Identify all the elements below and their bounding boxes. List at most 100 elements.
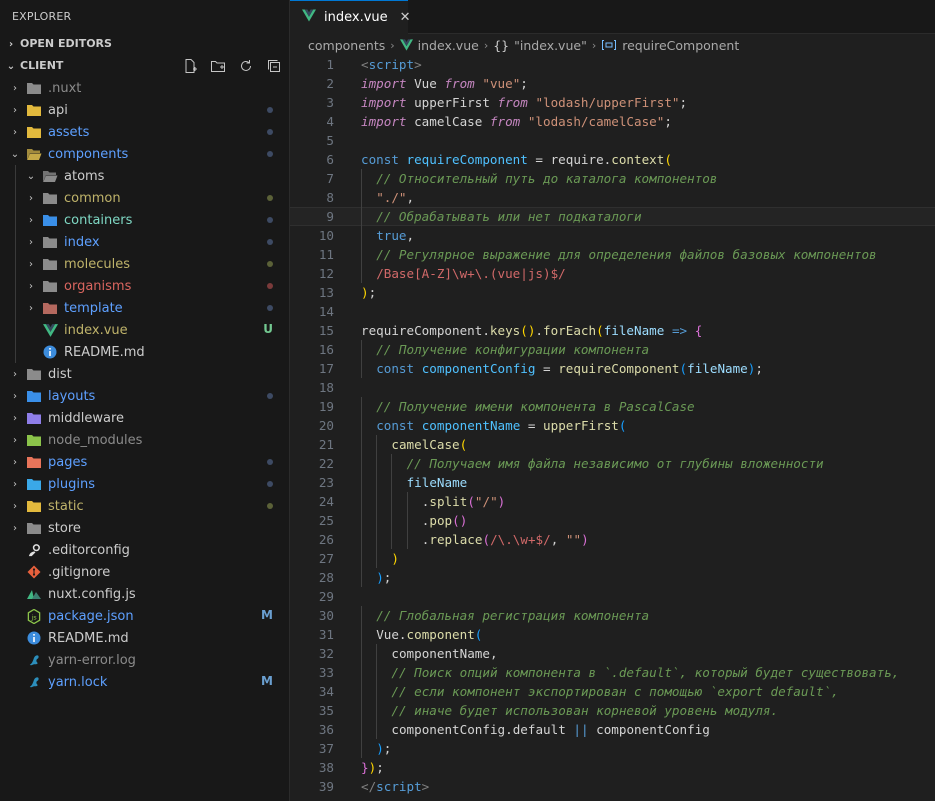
code-token: from bbox=[489, 114, 521, 129]
tree-item[interactable]: nuxt.config.js bbox=[0, 583, 289, 605]
code-token: // Получение конфигурации компонента bbox=[376, 342, 650, 357]
code-line[interactable]: 26 .replace(/\.\w+$/, "") bbox=[290, 530, 935, 549]
new-folder-icon[interactable] bbox=[209, 57, 227, 75]
code-line[interactable]: 16 // Получение конфигурации компонента bbox=[290, 340, 935, 359]
tree-item[interactable]: README.md bbox=[0, 627, 289, 649]
code-token: ; bbox=[520, 76, 528, 91]
code-line[interactable]: 5 bbox=[290, 131, 935, 150]
code-line[interactable]: 7 // Относительный путь до каталога компо… bbox=[290, 169, 935, 188]
code-editor[interactable]: 1 <script> 2 import Vue from "vue"; 3 import … bbox=[290, 55, 935, 796]
code-line[interactable]: 1 <script> bbox=[290, 55, 935, 74]
code-line[interactable]: 18 bbox=[290, 378, 935, 397]
tab-index-vue[interactable]: index.vue ✕ bbox=[290, 0, 411, 34]
code-line[interactable]: 20 const componentName = upperFirst( bbox=[290, 416, 935, 435]
line-number: 30 bbox=[318, 608, 334, 623]
tree-item[interactable]: .gitignore bbox=[0, 561, 289, 583]
code-line[interactable]: 6 const requireComponent = require.contex… bbox=[290, 150, 935, 169]
tree-item[interactable]: .editorconfig bbox=[0, 539, 289, 561]
tree-item[interactable]: › api bbox=[0, 99, 289, 121]
git-status-dot bbox=[267, 459, 273, 465]
indent-guide bbox=[361, 340, 362, 359]
tree-item[interactable]: › common bbox=[0, 187, 289, 209]
breadcrumb-folder[interactable]: components bbox=[308, 38, 385, 53]
code-token: ; bbox=[679, 95, 688, 110]
tree-item[interactable]: yarn.lock M bbox=[0, 671, 289, 693]
tree-item[interactable]: yarn-error.log bbox=[0, 649, 289, 671]
tree-item[interactable]: › dist bbox=[0, 363, 289, 385]
tree-item[interactable]: › static bbox=[0, 495, 289, 517]
code-line[interactable]: 27) bbox=[290, 549, 935, 568]
code-text: requireComponent.keys().forEach(fileName… bbox=[361, 321, 702, 340]
chevron-right-icon: › bbox=[13, 456, 17, 468]
tree-item[interactable]: › assets bbox=[0, 121, 289, 143]
code-text: .pop() bbox=[422, 511, 468, 530]
code-line[interactable]: 13); bbox=[290, 283, 935, 302]
tree-item[interactable]: js package.json M bbox=[0, 605, 289, 627]
code-line[interactable]: 9 // Обрабатывать или нет подкаталоги bbox=[290, 207, 935, 226]
tree-item-label: api bbox=[48, 102, 68, 118]
close-icon[interactable]: ✕ bbox=[400, 10, 411, 25]
tree-item[interactable]: › index bbox=[0, 231, 289, 253]
code-token: true bbox=[376, 228, 407, 243]
code-token: // Поиск опций компонента в `.default`, … bbox=[391, 665, 900, 680]
code-text: /Base[A-Z]\w+\.(vue|js)$/ bbox=[376, 264, 566, 283]
code-text: import camelCase from "lodash/camelCase"… bbox=[361, 112, 672, 131]
line-number: 7 bbox=[326, 171, 334, 186]
code-text: fileName bbox=[407, 473, 468, 492]
tree-item[interactable]: › store bbox=[0, 517, 289, 539]
code-line[interactable]: 14 bbox=[290, 302, 935, 321]
code-line[interactable]: 37); bbox=[290, 739, 935, 758]
code-line[interactable]: 34 // если компонент экспортирован с помо… bbox=[290, 682, 935, 701]
breadcrumb-object[interactable]: "index.vue" bbox=[514, 38, 587, 53]
code-line[interactable]: 2 import Vue from "vue"; bbox=[290, 74, 935, 93]
code-line[interactable]: 25 .pop() bbox=[290, 511, 935, 530]
tree-item[interactable]: ⌄ atoms bbox=[0, 165, 289, 187]
tree-item[interactable]: › template bbox=[0, 297, 289, 319]
tree-item[interactable]: › molecules bbox=[0, 253, 289, 275]
tree-item[interactable]: › .nuxt bbox=[0, 77, 289, 99]
breadcrumb-file[interactable]: index.vue bbox=[418, 38, 479, 53]
code-token: = require. bbox=[527, 152, 612, 167]
code-line[interactable]: 19 // Получение имени компонента в Pascal… bbox=[290, 397, 935, 416]
tree-item[interactable]: › middleware bbox=[0, 407, 289, 429]
tree-item[interactable]: › organisms bbox=[0, 275, 289, 297]
code-line[interactable]: 31 Vue.component( bbox=[290, 625, 935, 644]
tree-item[interactable]: › node_modules bbox=[0, 429, 289, 451]
code-line[interactable]: 8 "./", bbox=[290, 188, 935, 207]
code-line[interactable]: 35 // иначе будет использован корневой ур… bbox=[290, 701, 935, 720]
code-line[interactable]: 30 // Глобальная регистрация компонента bbox=[290, 606, 935, 625]
code-line[interactable]: 10 true, bbox=[290, 226, 935, 245]
open-editors-section[interactable]: › OPEN EDITORS bbox=[0, 33, 289, 55]
code-line[interactable]: 28); bbox=[290, 568, 935, 587]
code-token: // иначе будет использован корневой уров… bbox=[391, 703, 779, 718]
collapse-all-icon[interactable] bbox=[265, 57, 283, 75]
code-line[interactable]: 36 componentConfig.default || componentCo… bbox=[290, 720, 935, 739]
tree-item[interactable]: › layouts bbox=[0, 385, 289, 407]
breadcrumb-symbol[interactable]: requireComponent bbox=[622, 38, 739, 53]
code-line[interactable]: 33 // Поиск опций компонента в `.default`… bbox=[290, 663, 935, 682]
code-line[interactable]: 32 componentName, bbox=[290, 644, 935, 663]
code-line[interactable]: 15 requireComponent.keys().forEach(fileNa… bbox=[290, 321, 935, 340]
code-line[interactable]: 38}); bbox=[290, 758, 935, 777]
tree-item[interactable]: › plugins bbox=[0, 473, 289, 495]
code-line[interactable]: 12/Base[A-Z]\w+\.(vue|js)$/ bbox=[290, 264, 935, 283]
new-file-icon[interactable] bbox=[181, 57, 199, 75]
tree-item[interactable]: ⌄ components bbox=[0, 143, 289, 165]
code-line[interactable]: 17 const componentConfig = requireCompone… bbox=[290, 359, 935, 378]
tree-item[interactable]: README.md bbox=[0, 341, 289, 363]
code-line[interactable]: 22 // Получаем имя файла независимо от гл… bbox=[290, 454, 935, 473]
tree-item[interactable]: index.vue U bbox=[0, 319, 289, 341]
code-line[interactable]: 4 import camelCase from "lodash/camelCase… bbox=[290, 112, 935, 131]
refresh-icon[interactable] bbox=[237, 57, 255, 75]
code-line[interactable]: 11 // Регулярное выражение для определени… bbox=[290, 245, 935, 264]
code-line[interactable]: 39 </script> bbox=[290, 777, 935, 796]
project-section[interactable]: ⌄ CLIENT bbox=[0, 55, 289, 77]
code-line[interactable]: 29 bbox=[290, 587, 935, 606]
tree-item[interactable]: › containers bbox=[0, 209, 289, 231]
tree-item-label: README.md bbox=[48, 630, 129, 646]
tree-item[interactable]: › pages bbox=[0, 451, 289, 473]
code-line[interactable]: 23 fileName bbox=[290, 473, 935, 492]
code-line[interactable]: 3 import upperFirst from "lodash/upperFir… bbox=[290, 93, 935, 112]
code-line[interactable]: 24 .split("/") bbox=[290, 492, 935, 511]
code-line[interactable]: 21 camelCase( bbox=[290, 435, 935, 454]
